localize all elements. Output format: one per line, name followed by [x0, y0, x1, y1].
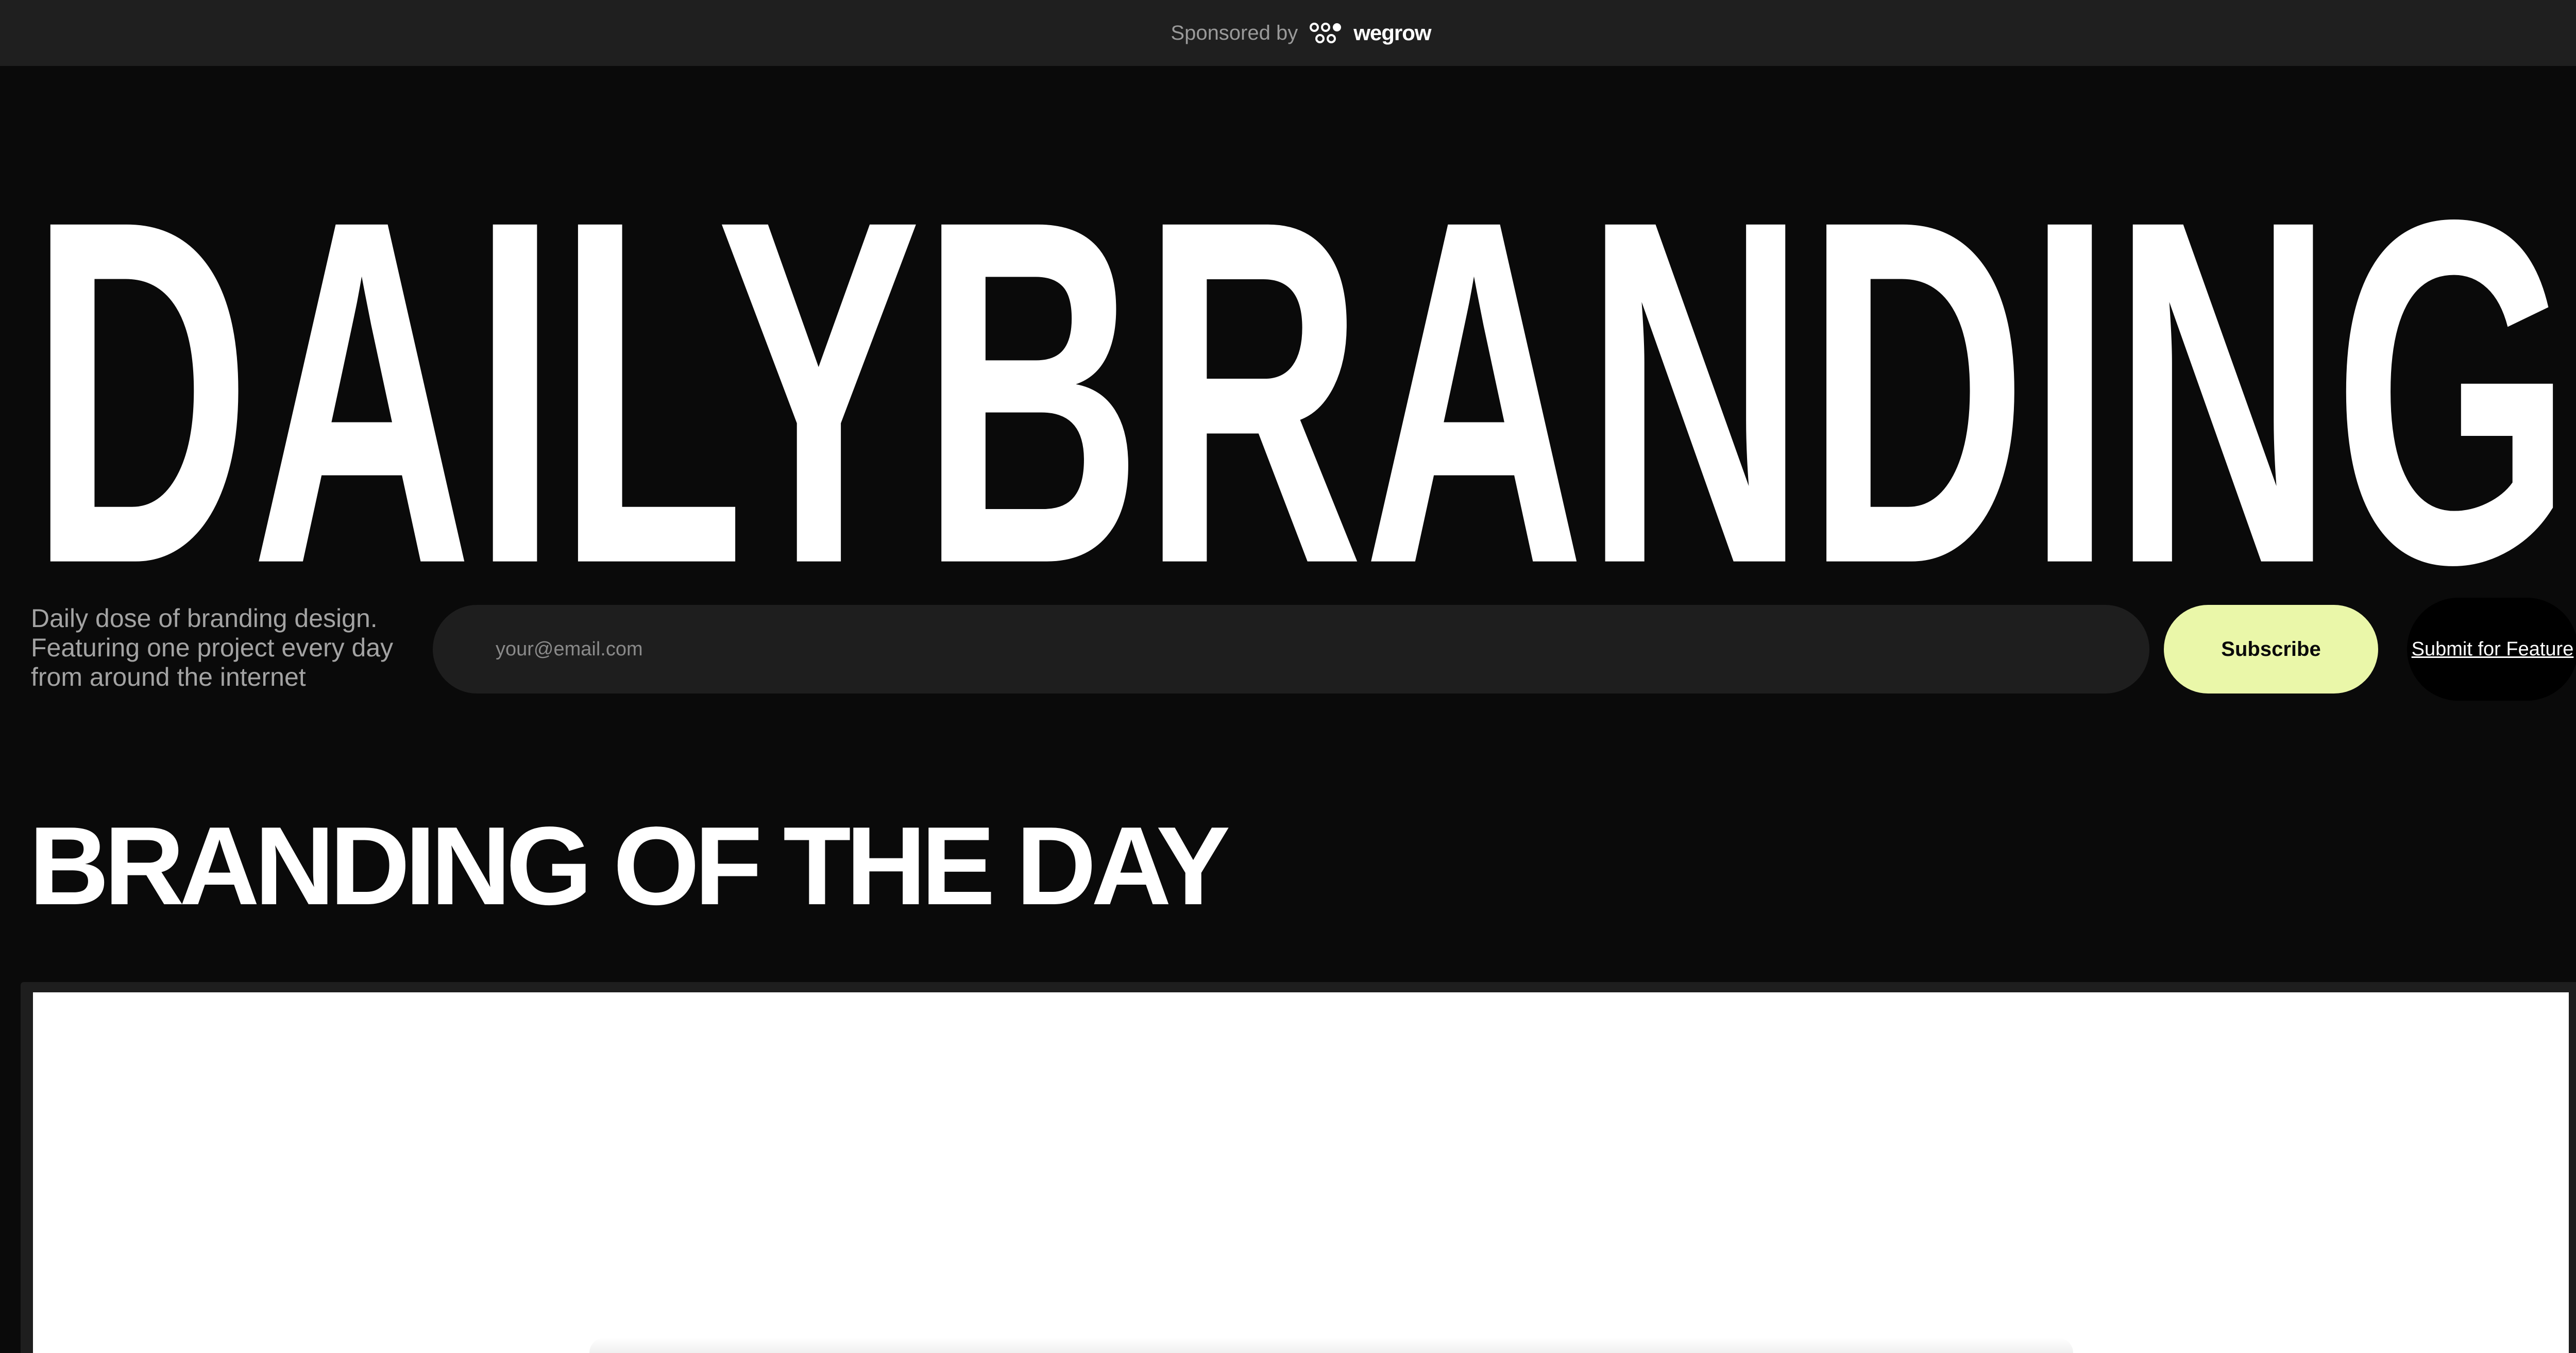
submit-feature-button[interactable]: Submit for Feature: [2407, 598, 2576, 701]
subscribe-button[interactable]: Subscribe: [2164, 605, 2378, 694]
tagline-line: from around the internet: [31, 663, 306, 691]
featured-project-image[interactable]: [33, 992, 2569, 1353]
site-logo-wordmark[interactable]: DAILYBRANDING: [30, 77, 2572, 567]
sponsor-label: Sponsored by: [1171, 21, 1298, 44]
card-inner-shadow: [589, 1338, 2073, 1353]
wegrow-logo-icon[interactable]: [1309, 22, 1342, 44]
submit-feature-link[interactable]: Submit for Feature: [2412, 638, 2574, 661]
tagline-line: Featuring one project every day: [31, 633, 394, 662]
site-tagline: Daily dose of branding design. Featuring…: [31, 604, 422, 692]
tagline-line: Daily dose of branding design.: [31, 604, 378, 633]
featured-project-card[interactable]: [21, 982, 2576, 1353]
wordmark-text: DAILYBRANDING: [30, 118, 2572, 567]
email-input[interactable]: [433, 605, 2149, 694]
sponsor-brand-link[interactable]: wegrow: [1353, 21, 1431, 45]
section-title: BRANDING OF THE DAY: [29, 803, 1230, 928]
sponsor-bar: Sponsored by wegrow: [0, 0, 2576, 66]
